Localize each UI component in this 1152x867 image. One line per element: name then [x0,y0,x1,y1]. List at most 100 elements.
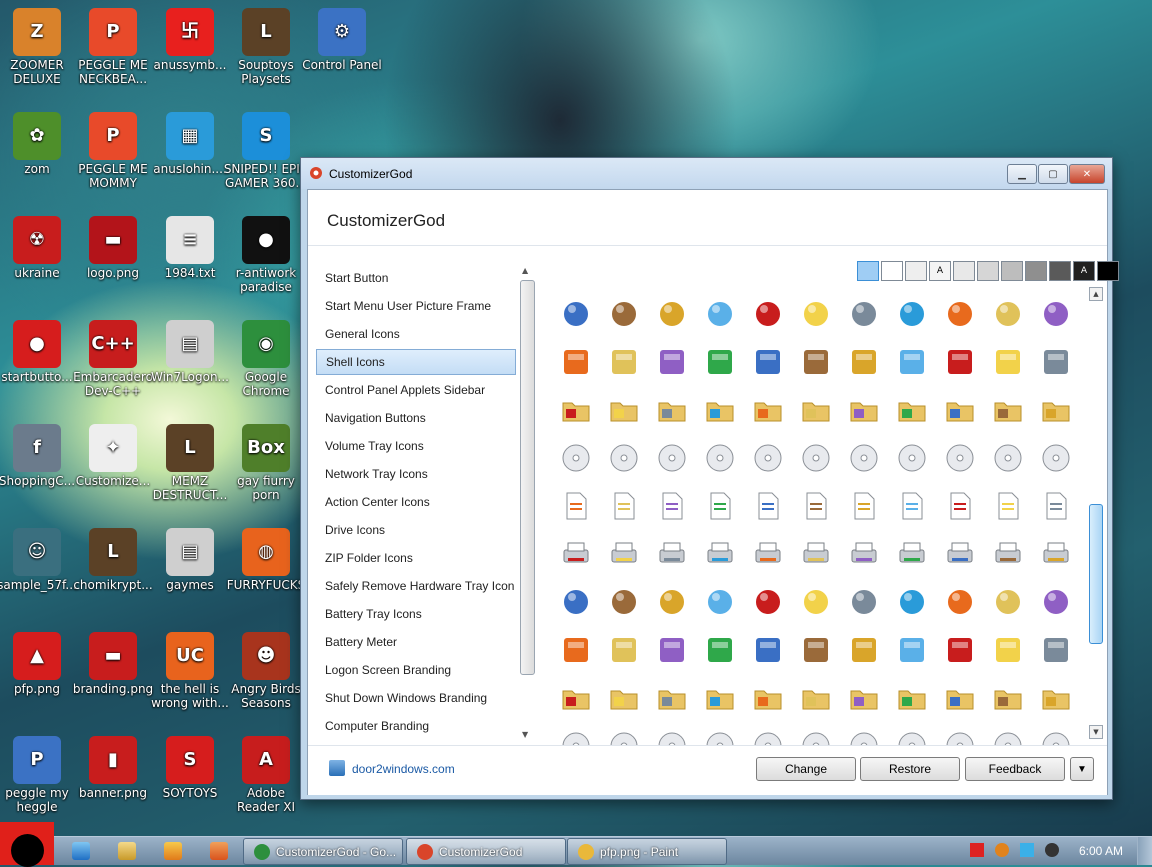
shell-icon-disc-icon[interactable] [848,442,880,474]
background-swatch[interactable] [905,261,927,281]
shell-icon-square-icon[interactable] [656,346,688,378]
shell-icon-folder-icon[interactable] [992,394,1024,426]
shell-icon-square-icon[interactable] [800,634,832,666]
grid-scroll-thumb[interactable] [1089,504,1103,644]
shell-icon-square-icon[interactable] [704,346,736,378]
internet-explorer-icon[interactable] [72,842,90,860]
shell-icon-printer-icon[interactable] [944,538,976,570]
shell-icon-folder-icon[interactable] [704,682,736,714]
shell-icon-doc-icon[interactable] [608,490,640,522]
clock[interactable]: 6:00 AM [1079,844,1123,858]
taskbar-button[interactable]: pfp.png - Paint [567,838,727,865]
door2windows-link[interactable]: door2windows.com [352,762,455,776]
shell-icon-folder-icon[interactable] [608,394,640,426]
shell-icon-round-icon[interactable] [752,298,784,330]
shell-icon-printer-icon[interactable] [704,538,736,570]
media-player-icon[interactable] [164,842,182,860]
category-item[interactable]: Drive Icons [316,516,516,544]
shell-icon-doc-icon[interactable] [944,490,976,522]
shell-icon-folder-icon[interactable] [896,394,928,426]
shell-icon-disc-icon[interactable] [560,442,592,474]
shell-icon-doc-icon[interactable] [656,490,688,522]
scroll-up-icon[interactable]: ▲ [522,266,528,275]
grid-scroll-up-icon[interactable]: ▲ [1089,287,1103,301]
shell-icon-round-icon[interactable] [608,298,640,330]
background-swatch[interactable] [1049,261,1071,281]
shell-icon-printer-icon[interactable] [608,538,640,570]
shell-icon-doc-icon[interactable] [800,490,832,522]
shell-icon-folder-icon[interactable] [656,394,688,426]
shell-icon-disc-icon[interactable] [704,442,736,474]
shell-icon-printer-icon[interactable] [560,538,592,570]
shell-icon-round-icon[interactable] [848,586,880,618]
feedback-menu-button[interactable]: ▼ [1070,757,1094,781]
background-swatch[interactable] [1001,261,1023,281]
shell-icon-square-icon[interactable] [896,634,928,666]
uc-browser-icon[interactable] [210,842,228,860]
category-item[interactable]: Network Tray Icons [316,460,516,488]
background-swatch[interactable] [1025,261,1047,281]
grid-scroll-down-icon[interactable]: ▼ [1089,725,1103,739]
shell-icon-square-icon[interactable] [1040,346,1072,378]
shell-icon-folder-icon[interactable] [704,394,736,426]
shell-icon-square-icon[interactable] [608,346,640,378]
category-item[interactable]: General Icons [316,320,516,348]
shell-icon-folder-icon[interactable] [800,394,832,426]
shell-icon-square-icon[interactable] [704,634,736,666]
change-button[interactable]: Change [756,757,856,781]
shell-icon-square-icon[interactable] [752,346,784,378]
shell-icon-printer-icon[interactable] [992,538,1024,570]
icon-grid-scrollbar[interactable]: ▲ ▼ [1088,287,1103,745]
shell-icon-folder-icon[interactable] [608,682,640,714]
tray-search-icon[interactable] [995,843,1009,857]
shell-icon-square-icon[interactable] [944,634,976,666]
shell-icon-printer-icon[interactable] [848,538,880,570]
shell-icon-round-icon[interactable] [1040,298,1072,330]
shell-icon-doc-icon[interactable] [896,490,928,522]
shell-icon-printer-icon[interactable] [656,538,688,570]
shell-icon-printer-icon[interactable] [896,538,928,570]
shell-icon-round-icon[interactable] [800,586,832,618]
tray-network-icon[interactable] [1020,843,1034,857]
background-swatch[interactable]: A [1073,261,1095,281]
tray-red-icon[interactable] [970,843,984,857]
shell-icon-round-icon[interactable] [560,586,592,618]
shell-icon-folder-icon[interactable] [944,682,976,714]
shell-icon-folder-icon[interactable] [560,394,592,426]
category-item[interactable]: Action Center Icons [316,488,516,516]
category-item[interactable]: Computer Branding [316,712,516,740]
shell-icon-round-icon[interactable] [992,586,1024,618]
category-item[interactable]: Volume Tray Icons [316,432,516,460]
category-item[interactable]: Shut Down Windows Branding [316,684,516,712]
shell-icon-round-icon[interactable] [608,586,640,618]
category-item[interactable]: Battery Tray Icons [316,600,516,628]
shell-icon-disc-icon[interactable] [656,442,688,474]
shell-icon-round-icon[interactable] [992,298,1024,330]
category-scrollbar[interactable]: ▲ ▼ [519,264,536,746]
shell-icon-folder-icon[interactable] [752,394,784,426]
desktop-icon[interactable]: ⚙ Control Panel [292,8,392,72]
feedback-button[interactable]: Feedback [965,757,1065,781]
maximize-button[interactable]: ▢ [1038,164,1068,184]
shell-icon-round-icon[interactable] [1040,586,1072,618]
shell-icon-doc-icon[interactable] [848,490,880,522]
close-button[interactable]: ✕ [1069,164,1105,184]
shell-icon-round-icon[interactable] [704,298,736,330]
background-swatch[interactable] [881,261,903,281]
shell-icon-folder-icon[interactable] [992,682,1024,714]
shell-icon-round-icon[interactable] [848,298,880,330]
shell-icon-folder-icon[interactable] [800,682,832,714]
category-item[interactable]: Start Menu User Picture Frame [316,292,516,320]
shell-icon-folder-icon[interactable] [752,682,784,714]
category-item[interactable]: Logon Screen Branding [316,656,516,684]
shell-icon-printer-icon[interactable] [752,538,784,570]
shell-icon-doc-icon[interactable] [1040,490,1072,522]
background-swatch[interactable] [953,261,975,281]
shell-icon-round-icon[interactable] [896,586,928,618]
shell-icon-square-icon[interactable] [560,346,592,378]
shell-icon-disc-icon[interactable] [608,442,640,474]
shell-icon-disc-icon[interactable] [992,442,1024,474]
shell-icon-square-icon[interactable] [848,634,880,666]
shell-icon-square-icon[interactable] [800,346,832,378]
shell-icon-folder-icon[interactable] [848,682,880,714]
